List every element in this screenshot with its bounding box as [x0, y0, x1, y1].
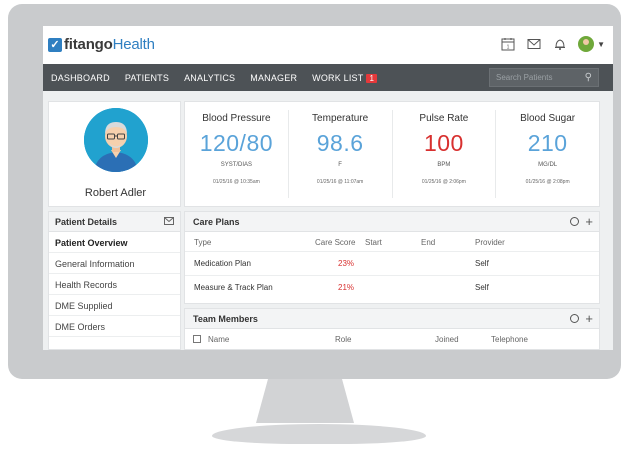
- menu-patient-overview[interactable]: Patient Overview: [49, 232, 180, 253]
- nav-patients[interactable]: PATIENTS: [125, 73, 169, 83]
- vital-pulse-rate[interactable]: Pulse Rate 100 BPM 01/25/16 @ 2:06pm: [393, 110, 497, 198]
- refresh-icon[interactable]: [570, 314, 580, 323]
- vital-blood-sugar[interactable]: Blood Sugar 210 MG/DL 01/25/16 @ 2:08pm: [496, 110, 599, 198]
- vital-label: Blood Sugar: [520, 113, 576, 124]
- add-icon[interactable]: +: [585, 311, 593, 326]
- select-all-checkbox[interactable]: [193, 335, 201, 343]
- column-name[interactable]: Name: [208, 335, 229, 344]
- desktop-monitor-illustration: ✓ fitangoHealth 1 ▼ DASHBOARD PATIENTS A…: [0, 0, 621, 450]
- cell-type: Measure & Track Plan: [194, 283, 273, 292]
- column-telephone[interactable]: Telephone: [491, 335, 528, 344]
- nav-manager[interactable]: MANAGER: [250, 73, 297, 83]
- menu-general-information[interactable]: General Information: [49, 253, 180, 274]
- mail-icon[interactable]: [526, 36, 542, 52]
- nav-analytics[interactable]: ANALYTICS: [184, 73, 235, 83]
- team-members-column-headers: Name Role Joined Telephone: [185, 329, 599, 349]
- care-plans-actions: +: [570, 214, 593, 229]
- nav-worklist-label: WORK LIST: [312, 72, 364, 83]
- vital-label: Temperature: [312, 113, 369, 124]
- vital-timestamp: 01/25/16 @ 2:06pm: [421, 179, 466, 185]
- patient-details-header: Patient Details: [49, 212, 180, 232]
- cell-care-score: 23%: [338, 259, 355, 268]
- care-plans-panel: Care Plans + Type Care Score Start End P…: [184, 211, 600, 304]
- patient-profile-card: Robert Adler: [48, 101, 181, 207]
- column-role[interactable]: Role: [335, 335, 351, 344]
- refresh-icon[interactable]: [570, 217, 580, 226]
- bell-icon[interactable]: [552, 36, 568, 52]
- patient-name: Robert Adler: [84, 187, 147, 199]
- logo-check-icon: ✓: [48, 37, 62, 52]
- calendar-icon[interactable]: 1: [500, 36, 516, 52]
- app-logo[interactable]: ✓ fitangoHealth: [48, 36, 155, 53]
- column-joined[interactable]: Joined: [435, 335, 459, 344]
- menu-dme-supplied[interactable]: DME Supplied: [49, 295, 180, 316]
- patient-details-menu: Patient Details Patient Overview General…: [48, 211, 181, 350]
- vital-blood-pressure[interactable]: Blood Pressure 120/80 SYST/DIAS 01/25/16…: [185, 110, 289, 198]
- care-plans-column-headers: Type Care Score Start End Provider: [185, 232, 599, 252]
- vital-timestamp: 01/25/16 @ 10:35am: [212, 179, 260, 185]
- nav-dashboard[interactable]: DASHBOARD: [51, 73, 110, 83]
- worklist-badge: 1: [366, 73, 378, 83]
- app-header: ✓ fitangoHealth 1 ▼: [43, 26, 613, 64]
- search-input[interactable]: Search Patients ⚲: [489, 68, 599, 87]
- vital-value: 98.6: [316, 130, 364, 156]
- main-nav: DASHBOARD PATIENTS ANALYTICS MANAGER WOR…: [43, 64, 613, 91]
- team-members-actions: +: [570, 311, 593, 326]
- patient-avatar: [84, 108, 148, 172]
- cell-provider: Self: [475, 283, 489, 292]
- team-members-panel: Team Members + Name Role Joined Telephon…: [184, 308, 600, 350]
- menu-health-records[interactable]: Health Records: [49, 274, 180, 295]
- vital-unit: MG/DL: [538, 162, 558, 168]
- vitals-summary: Blood Pressure 120/80 SYST/DIAS 01/25/16…: [184, 101, 600, 207]
- vital-unit: BPM: [437, 162, 451, 168]
- cell-care-score: 21%: [338, 283, 355, 292]
- care-plans-title: Care Plans: [193, 217, 240, 227]
- care-plans-header: Care Plans +: [185, 212, 599, 232]
- dashboard-content: Robert Adler Blood Pressure 120/80 SYST/…: [43, 91, 613, 350]
- column-type[interactable]: Type: [194, 238, 211, 247]
- cell-provider: Self: [475, 259, 489, 268]
- app-screen: ✓ fitangoHealth 1 ▼ DASHBOARD PATIENTS A…: [43, 26, 613, 350]
- header-icons: 1 ▼: [500, 36, 605, 52]
- chevron-down-icon[interactable]: ▼: [597, 40, 605, 49]
- cell-type: Medication Plan: [194, 259, 251, 268]
- patient-details-title: Patient Details: [55, 217, 118, 227]
- search-placeholder: Search Patients: [496, 73, 553, 82]
- search-icon[interactable]: ⚲: [585, 72, 592, 83]
- vital-label: Pulse Rate: [419, 113, 469, 124]
- svg-text:1: 1: [507, 45, 510, 51]
- vital-value: 210: [527, 130, 568, 156]
- monitor-stand-base: [212, 424, 426, 444]
- add-icon[interactable]: +: [585, 214, 593, 229]
- monitor-stand-neck: [256, 379, 354, 423]
- vital-unit: SYST/DIAS: [220, 162, 253, 168]
- team-members-title: Team Members: [193, 314, 258, 324]
- vital-value: 120/80: [199, 130, 274, 156]
- nav-worklist[interactable]: WORK LIST 1: [312, 72, 378, 83]
- column-start[interactable]: Start: [365, 238, 382, 247]
- vital-timestamp: 01/25/16 @ 11:07am: [316, 179, 364, 185]
- team-members-header: Team Members +: [185, 309, 599, 329]
- monitor-bezel: ✓ fitangoHealth 1 ▼ DASHBOARD PATIENTS A…: [8, 4, 621, 379]
- menu-dme-orders[interactable]: DME Orders: [49, 316, 180, 337]
- logo-text: fitangoHealth: [64, 36, 155, 53]
- column-care-score[interactable]: Care Score: [315, 238, 355, 247]
- vital-timestamp: 01/25/16 @ 2:08pm: [525, 179, 570, 185]
- vital-label: Blood Pressure: [202, 113, 271, 124]
- vital-temperature[interactable]: Temperature 98.6 F 01/25/16 @ 11:07am: [289, 110, 393, 198]
- column-end[interactable]: End: [421, 238, 435, 247]
- vital-value: 100: [423, 130, 464, 156]
- envelope-icon[interactable]: [164, 217, 174, 227]
- table-row[interactable]: Medication Plan 23% Self: [185, 252, 599, 276]
- vital-unit: F: [338, 162, 342, 168]
- table-row[interactable]: Measure & Track Plan 21% Self: [185, 276, 599, 300]
- user-avatar[interactable]: [578, 36, 595, 52]
- column-provider[interactable]: Provider: [475, 238, 505, 247]
